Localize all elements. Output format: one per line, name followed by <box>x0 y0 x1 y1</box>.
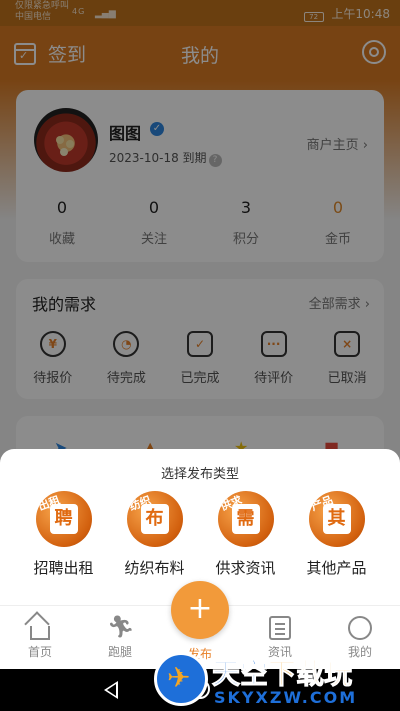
tab-errand[interactable]: 🏃︎ 跑腿 <box>90 616 150 660</box>
tab-home[interactable]: 首页 <box>10 616 70 660</box>
home-icon <box>30 626 50 640</box>
type-supply-demand[interactable]: 供求 需 供求资讯 <box>200 491 291 578</box>
publish-plus-button[interactable]: + <box>171 581 229 639</box>
sheet-title: 选择发布类型 <box>160 467 239 482</box>
type-other-products[interactable]: 产品 其 其他产品 <box>291 491 382 578</box>
type-textile-fabric[interactable]: 纺织 布 纺织布料 <box>109 491 200 578</box>
type-label: 招聘出租 <box>33 559 94 577</box>
watermark-title: 天空下载玩 <box>211 657 353 691</box>
runner-icon: 🏃︎ <box>107 615 135 640</box>
type-label: 纺织布料 <box>124 559 185 577</box>
type-label: 其他产品 <box>306 559 367 577</box>
tab-label: 首页 <box>27 645 52 659</box>
type-recruit-rent[interactable]: 出租 聘 招聘出租 <box>18 491 109 578</box>
fabric-ball-icon: 纺织 布 <box>126 491 183 547</box>
watermark-logo: 天空下载玩 SKYXZW.COM <box>154 650 400 711</box>
back-icon[interactable] <box>104 681 118 699</box>
plane-logo-icon <box>154 652 208 706</box>
watermark-url: SKYXZW.COM <box>214 688 358 707</box>
news-icon <box>269 616 291 640</box>
demand-ball-icon: 供求 需 <box>217 491 274 547</box>
publish-type-list: 出租 聘 招聘出租 纺织 布 纺织布料 供求 需 供求资讯 产品 其 其他产品 <box>0 491 400 578</box>
other-ball-icon: 产品 其 <box>308 491 365 547</box>
type-label: 供求资讯 <box>215 559 276 577</box>
tab-label: 跑腿 <box>107 645 132 659</box>
recruit-ball-icon: 出租 聘 <box>35 491 92 547</box>
profile-icon <box>348 616 372 640</box>
